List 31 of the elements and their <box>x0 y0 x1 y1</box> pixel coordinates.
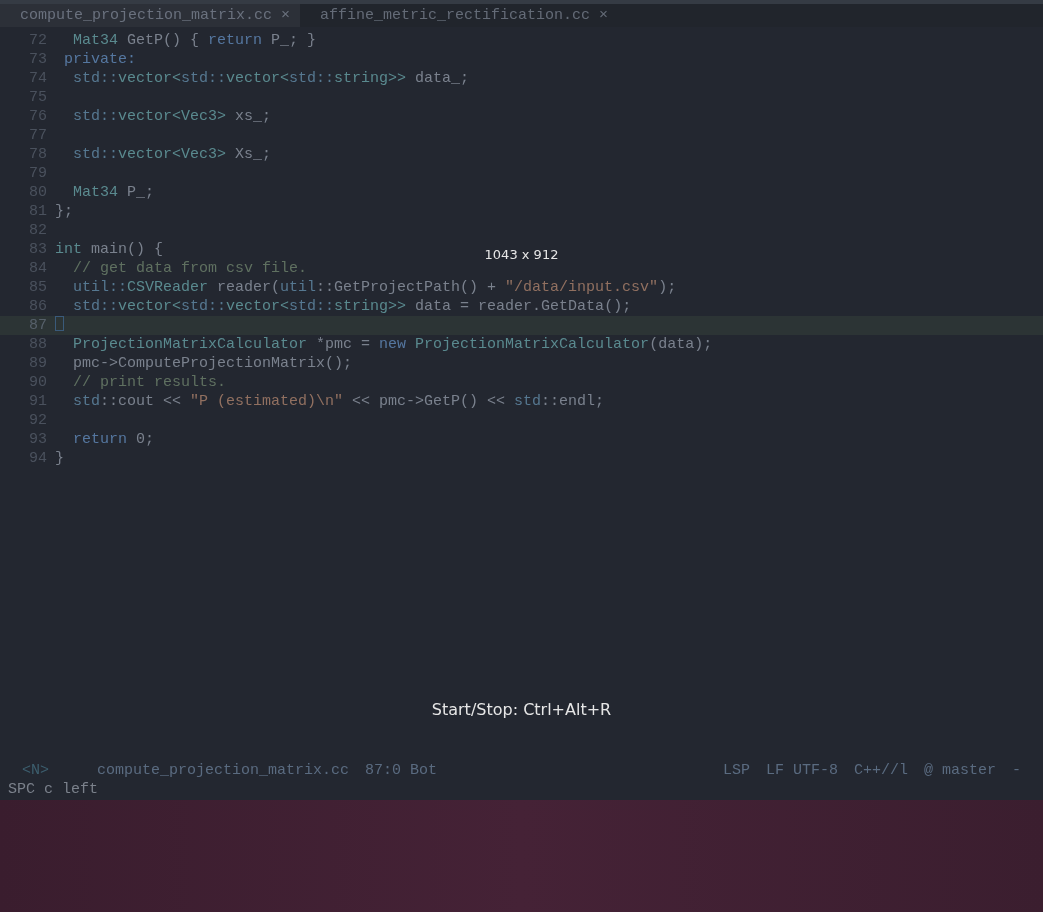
code-line: util::CSVReader reader(util::GetProjectPath() + "/data/input.csv"); <box>72 278 677 297</box>
code-line: Mat34 P_; <box>72 183 155 202</box>
editor-tab[interactable]: affine_metric_rectification.cc × <box>300 4 619 27</box>
code-line: Mat34 GetP() { return P_; } <box>72 31 317 50</box>
code-line: std::vector<std::vector<std::string>> data = reader.GetData(); <box>72 297 632 316</box>
mode-indicator: <N> <box>22 761 49 781</box>
recorder-overlay-text: Start/Stop: Ctrl+Alt+R <box>431 699 612 721</box>
code-line: private: <box>63 50 136 69</box>
status-item: C++//l <box>853 761 908 781</box>
code-line: std::vector<std::vector<std::string>> data_; <box>72 69 470 88</box>
code-line: int main() { <box>55 240 164 259</box>
code-line: } <box>55 449 64 468</box>
code-line: std::cout << "P (estimated)\n" << pmc->GetP() << std::endl; <box>72 392 605 411</box>
status-filename: compute_projection_matrix.cc <box>97 761 350 781</box>
cursor-icon <box>55 316 64 331</box>
status-item: LSP <box>722 761 750 781</box>
status-item: LF UTF-8 <box>765 761 838 781</box>
cursor-position: 87:0 Bot <box>365 761 438 781</box>
minibuffer-text: SPC c left <box>7 782 99 800</box>
code-line: }; <box>55 202 73 221</box>
code-line: return 0; <box>72 430 155 449</box>
code-line: std::vector<Vec3> xs_; <box>72 107 272 126</box>
status-item: - <box>1012 761 1021 781</box>
recorder-overlay-text: 1043 x 912 <box>484 246 559 264</box>
code-line: std::vector<Vec3> Xs_; <box>72 145 272 164</box>
code-line: ProjectionMatrixCalculator *pmc = new ProjectionMatrixCalculator(data); <box>72 335 713 354</box>
code-line: // get data from csv file. <box>72 259 308 278</box>
code-line: pmc->ComputeProjectionMatrix(); <box>72 354 353 373</box>
status-item: @ master <box>923 761 996 781</box>
editor-tab[interactable]: compute_projection_matrix.cc × <box>0 4 301 27</box>
code-line: // print results. <box>72 373 227 392</box>
